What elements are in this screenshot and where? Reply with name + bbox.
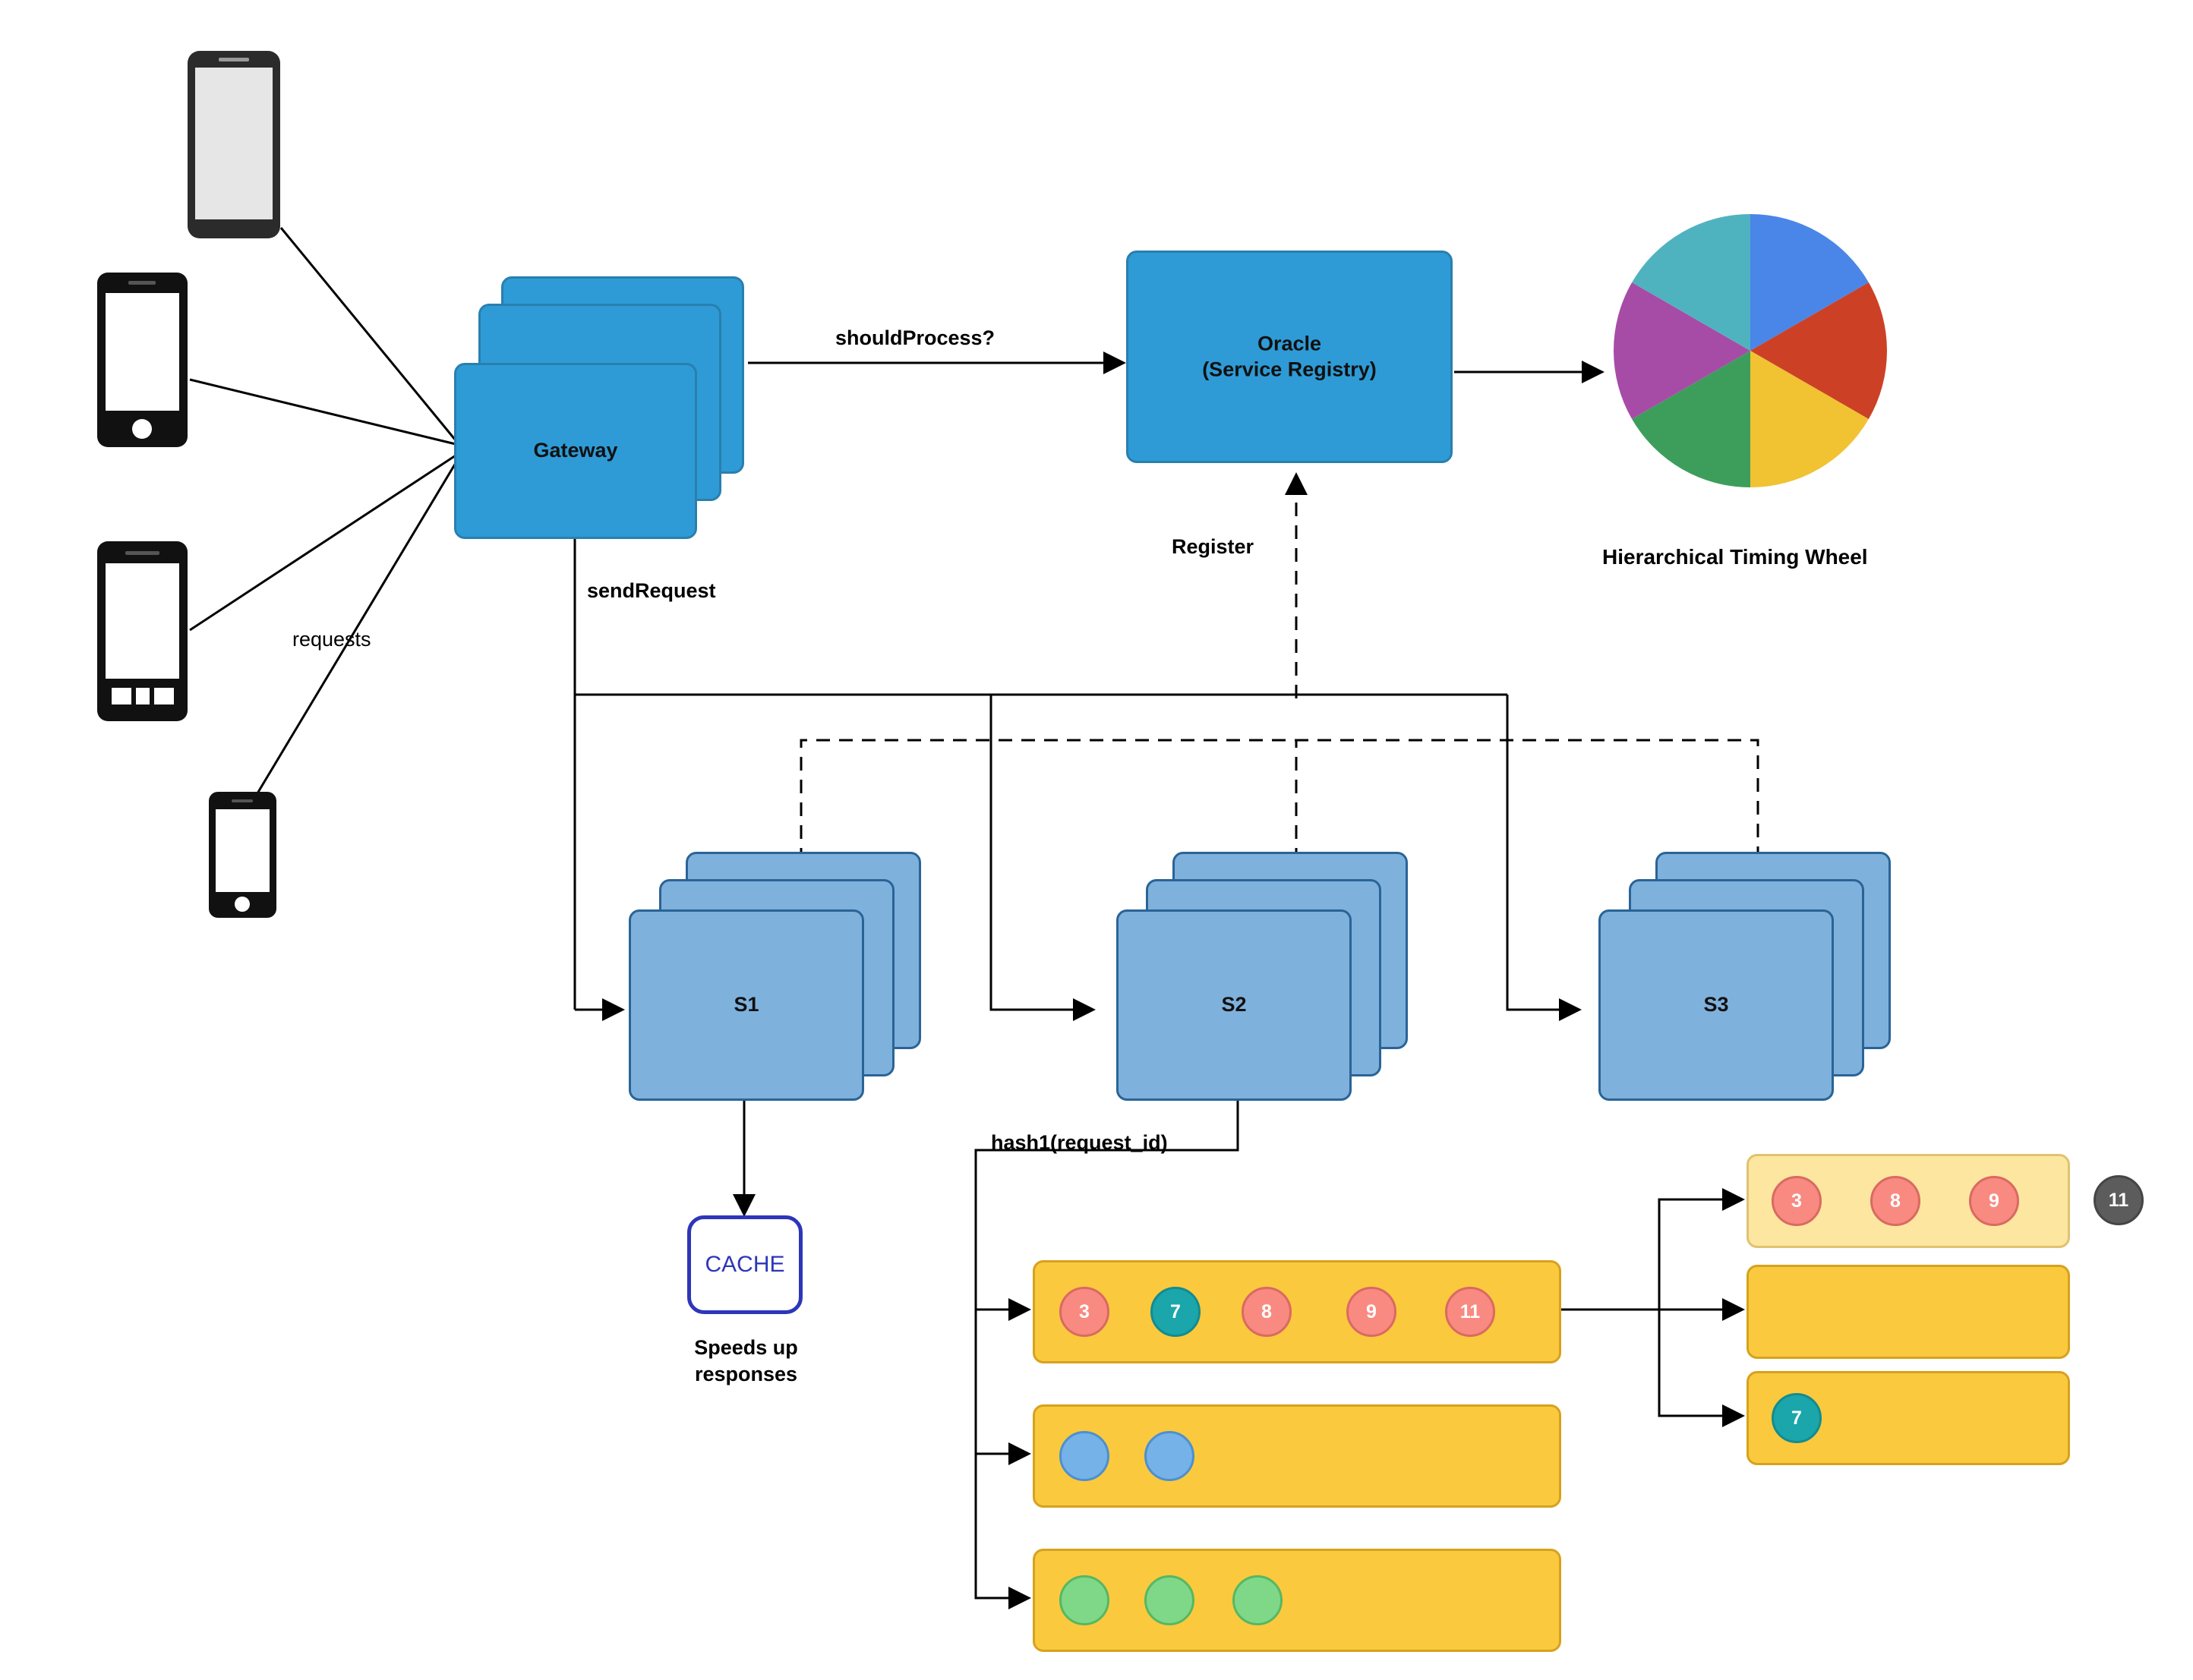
oracle-label-line1: Oracle [1257, 332, 1322, 355]
bucket-row-1[interactable]: 3 7 8 9 11 [1033, 1260, 1561, 1363]
device-tablet-light [185, 48, 283, 245]
split-1-ball-2[interactable]: 8 [1870, 1176, 1920, 1226]
cache-caption-line2: responses [694, 1363, 798, 1386]
split-3-ball-1[interactable]: 7 [1772, 1393, 1822, 1443]
oracle-label-line2: (Service Registry) [1202, 358, 1377, 380]
split-1-ball-1[interactable]: 3 [1772, 1176, 1822, 1226]
split-bucket-1[interactable]: 3 8 9 [1747, 1154, 2070, 1248]
bucket-2-ball-2[interactable] [1144, 1431, 1194, 1481]
bucket-3-ball-2[interactable] [1144, 1575, 1194, 1625]
bucket-1-ball-1-label: 3 [1079, 1300, 1090, 1322]
bucket-1-ball-4-label: 9 [1366, 1300, 1377, 1322]
split-1-ball-3[interactable]: 9 [1969, 1176, 2019, 1226]
split-1-ball-2-label: 8 [1890, 1190, 1901, 1212]
s1-label: S1 [734, 993, 759, 1017]
oracle-node[interactable]: Oracle (Service Registry) [1126, 251, 1453, 463]
cache-caption: Speeds up responses [668, 1335, 824, 1388]
split-1-ball-3-label: 9 [1989, 1190, 1999, 1212]
cache-caption-line1: Speeds up [694, 1336, 798, 1359]
bucket-row-3[interactable] [1033, 1549, 1561, 1652]
bucket-1-ball-2[interactable]: 7 [1150, 1287, 1201, 1337]
split-bucket-3[interactable]: 7 [1747, 1371, 2070, 1465]
device-phone-dark-1 [95, 270, 190, 453]
cache-node[interactable]: CACHE [687, 1215, 803, 1314]
timing-wheel [1598, 199, 1902, 503]
gateway-node[interactable]: Gateway [454, 363, 697, 539]
s2-label: S2 [1221, 993, 1247, 1017]
cache-label: CACHE [705, 1252, 785, 1277]
split-bucket-2[interactable] [1747, 1265, 2070, 1359]
bucket-2-ball-1[interactable] [1059, 1431, 1109, 1481]
bucket-1-ball-5[interactable]: 11 [1445, 1287, 1495, 1337]
s2-node[interactable]: S2 [1116, 909, 1352, 1101]
bucket-3-ball-1[interactable] [1059, 1575, 1109, 1625]
edge-label-register: Register [1172, 535, 1254, 558]
edge-label-should-process: shouldProcess? [835, 326, 996, 349]
floating-badge-label: 11 [2108, 1189, 2129, 1211]
bucket-1-ball-2-label: 7 [1170, 1300, 1181, 1322]
bucket-1-ball-3[interactable]: 8 [1242, 1287, 1292, 1337]
edge-label-send-request: sendRequest [587, 579, 716, 602]
bucket-row-2[interactable] [1033, 1404, 1561, 1508]
s1-node[interactable]: S1 [629, 909, 864, 1101]
bucket-1-ball-1[interactable]: 3 [1059, 1287, 1109, 1337]
gateway-label: Gateway [533, 439, 618, 462]
timing-wheel-pie [1614, 214, 1887, 487]
timing-wheel-caption: Hierarchical Timing Wheel [1602, 545, 1868, 569]
bucket-1-ball-3-label: 8 [1261, 1300, 1272, 1322]
device-phone-small [207, 790, 279, 924]
bucket-3-ball-3[interactable] [1232, 1575, 1283, 1625]
s3-node[interactable]: S3 [1598, 909, 1834, 1101]
split-3-ball-1-label: 7 [1791, 1407, 1802, 1429]
oracle-label: Oracle (Service Registry) [1128, 331, 1450, 383]
diagram-canvas: Gateway Oracle (Service Registry) Hierar… [0, 0, 2193, 1680]
bucket-1-ball-5-label: 11 [1459, 1300, 1481, 1322]
bucket-1-ball-4[interactable]: 9 [1346, 1287, 1396, 1337]
split-1-ball-1-label: 3 [1791, 1190, 1802, 1212]
s3-label: S3 [1703, 993, 1729, 1017]
floating-badge-11[interactable]: 11 [2094, 1175, 2144, 1225]
edge-label-requests: requests [292, 628, 371, 651]
edge-label-hash1: hash1(request_id) [991, 1131, 1168, 1154]
device-tablet-dark [95, 539, 190, 727]
